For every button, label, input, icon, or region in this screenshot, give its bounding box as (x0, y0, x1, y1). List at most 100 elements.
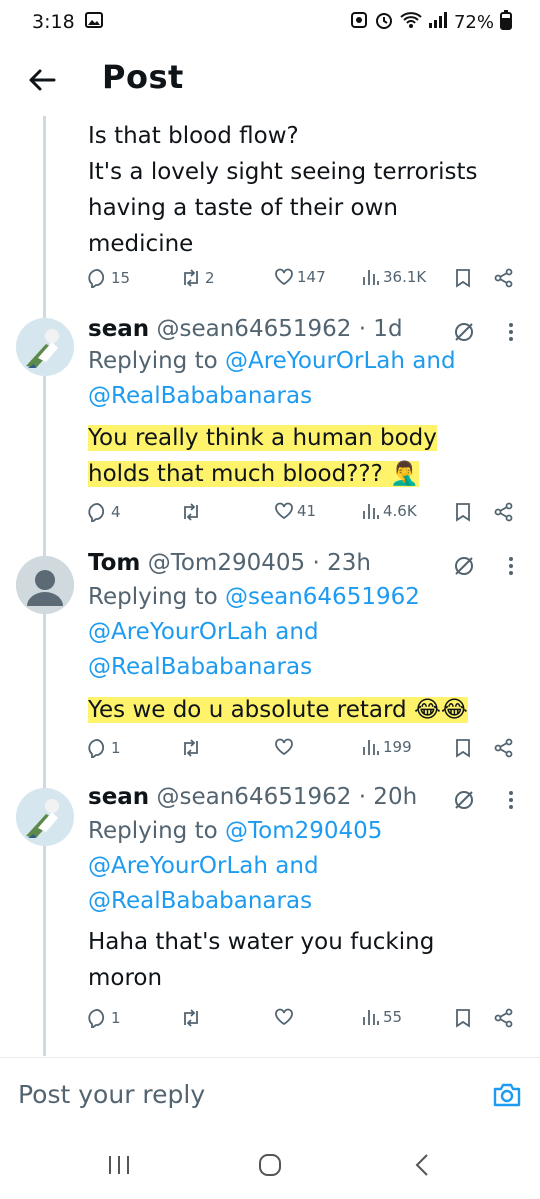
recent-apps-button[interactable] (106, 1152, 132, 1182)
repost-icon (184, 503, 198, 521)
reply-button[interactable]: 15 (88, 268, 130, 288)
reply-icon (88, 503, 105, 522)
replying-to: Replying to @sean64651962 @AreYourOrLah … (88, 580, 420, 685)
repost-icon (184, 1009, 198, 1027)
share-button[interactable] (494, 738, 514, 758)
tweet-header: sean @sean64651962 · 20h (88, 784, 417, 810)
mention-link[interactable]: @AreYourOrLah (225, 348, 405, 374)
author-handle[interactable]: @sean64651962 (157, 784, 352, 810)
bookmark-button[interactable] (455, 1008, 471, 1028)
bookmark-button[interactable] (455, 738, 471, 758)
mention-link[interactable]: @sean64651962 (225, 584, 420, 610)
reply-input[interactable]: Post your reply (18, 1080, 205, 1109)
reply-button[interactable]: 4 (88, 502, 121, 522)
views-count: 36.1K (383, 268, 427, 286)
share-button[interactable] (494, 502, 514, 522)
share-icon (494, 1008, 513, 1028)
like-count: 41 (297, 502, 317, 520)
recycle-icon (350, 11, 368, 34)
grok-icon[interactable] (452, 788, 476, 812)
share-button[interactable] (494, 1008, 514, 1028)
tweet-time: · 20h (358, 784, 418, 810)
repost-icon (184, 739, 198, 757)
tweet-reply-sean-1[interactable]: sean @sean64651962 · 1d Replying to @Are… (0, 306, 540, 546)
mention-link[interactable]: @AreYourOrLah (88, 853, 268, 879)
views-button[interactable]: 199 (362, 738, 412, 756)
bookmark-icon (456, 1009, 470, 1028)
author-handle[interactable]: @sean64651962 (157, 316, 352, 342)
views-count: 4.6K (383, 502, 417, 520)
app-bar: Post (0, 44, 540, 116)
repost-button[interactable] (180, 738, 202, 758)
tweet-text-line: It's a lovely sight seeing terrorists (88, 159, 478, 185)
more-options-icon[interactable] (506, 320, 516, 344)
avatar[interactable] (16, 318, 74, 376)
reply-icon (88, 739, 105, 758)
tweet-actions: 4 41 4.6K (0, 502, 540, 532)
mention-link[interactable]: @AreYourOrLah (88, 619, 268, 645)
reply-button[interactable]: 1 (88, 1008, 121, 1028)
views-icon (363, 1010, 379, 1025)
like-button[interactable] (274, 1008, 294, 1026)
views-button[interactable]: 4.6K (362, 502, 417, 520)
more-options-icon[interactable] (506, 788, 516, 812)
wifi-icon (400, 11, 422, 34)
like-button[interactable]: 41 (274, 502, 316, 520)
system-nav-bar (0, 1140, 540, 1199)
reply-icon (88, 1009, 105, 1028)
back-arrow-icon[interactable] (24, 62, 60, 98)
reply-count: 1 (111, 1009, 121, 1027)
views-button[interactable]: 55 (362, 1008, 402, 1026)
heart-icon (275, 502, 293, 520)
like-count: 147 (297, 268, 326, 286)
repost-count: 2 (205, 269, 215, 287)
more-options-icon[interactable] (506, 554, 516, 578)
share-button[interactable] (494, 268, 514, 288)
author-name[interactable]: sean (88, 316, 149, 342)
views-count: 199 (383, 738, 412, 756)
author-handle[interactable]: @Tom290405 (148, 550, 305, 576)
reply-count: 15 (111, 269, 131, 287)
repost-button[interactable] (180, 502, 202, 522)
mention-link[interactable]: @RealBababanaras (88, 654, 312, 680)
tweet-text: You really think a human body holds that… (88, 420, 437, 492)
repost-button[interactable]: 2 (180, 268, 215, 288)
author-name[interactable]: sean (88, 784, 149, 810)
heart-icon (275, 738, 293, 756)
grok-icon[interactable] (452, 554, 476, 578)
tweet-text-line: Haha that's water you fucking (88, 929, 435, 955)
like-button[interactable]: 147 (274, 268, 326, 286)
tweet-reply-tom[interactable]: Tom @Tom290405 · 23h Replying to @sean64… (0, 546, 540, 782)
mention-link[interactable]: @Tom290405 (225, 818, 382, 844)
share-icon (494, 738, 513, 758)
share-icon (494, 502, 513, 522)
home-button[interactable] (257, 1152, 283, 1182)
bookmark-button[interactable] (455, 268, 471, 288)
mention-link[interactable]: @RealBababanaras (88, 383, 312, 409)
tweet-time: · 23h (312, 550, 371, 576)
mention-link[interactable]: @RealBababanaras (88, 888, 312, 914)
tweet-text-line: Yes we do u absolute retard 😂😂 (88, 697, 468, 723)
reply-button[interactable]: 1 (88, 738, 121, 758)
grok-icon[interactable] (452, 320, 476, 344)
author-name[interactable]: Tom (88, 550, 140, 576)
bookmark-icon (456, 503, 470, 522)
views-icon (363, 270, 379, 285)
reply-count: 4 (111, 503, 121, 521)
tweet-reply-sean-2[interactable]: sean @sean64651962 · 20h Replying to @To… (0, 782, 540, 1042)
tweet-actions: 1 55 (0, 1008, 540, 1038)
repost-button[interactable] (180, 1008, 202, 1028)
avatar[interactable] (16, 556, 74, 614)
views-button[interactable]: 36.1K (362, 268, 426, 286)
reply-count: 1 (111, 739, 121, 757)
back-button[interactable] (410, 1152, 436, 1182)
like-button[interactable] (274, 738, 294, 756)
tweet-text-line: moron (88, 965, 163, 991)
tweet-text-line: medicine (88, 231, 194, 257)
tweet-parent[interactable]: Is that blood flow? It's a lovely sight … (0, 116, 540, 306)
camera-icon[interactable] (492, 1082, 522, 1112)
avatar[interactable] (16, 788, 74, 846)
tweet-actions: 1 199 (0, 738, 540, 768)
heart-icon (275, 1008, 293, 1026)
bookmark-button[interactable] (455, 502, 471, 522)
